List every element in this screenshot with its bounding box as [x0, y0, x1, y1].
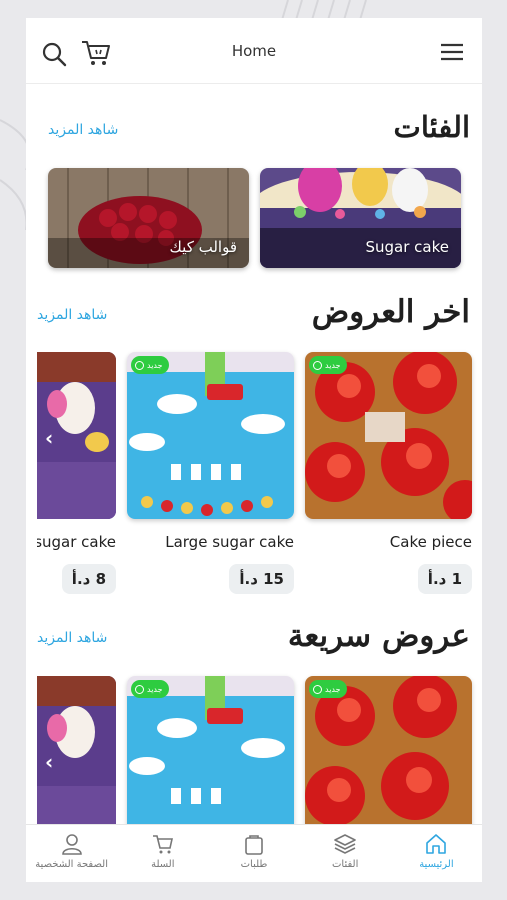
scroll-left-arrow-icon[interactable]: ‹	[45, 750, 53, 774]
bottom-navigation: الصفحة الشخصية السلة طلبات الفئات الرئيس…	[26, 824, 482, 882]
new-badge: جديد	[131, 680, 169, 698]
latest-offers-see-more-link[interactable]: شاهد المزيد	[37, 307, 107, 323]
layers-icon	[334, 834, 357, 854]
nav-item-cart[interactable]: السلة	[117, 825, 208, 882]
nav-label: الرئيسية	[419, 859, 454, 870]
nav-item-profile[interactable]: الصفحة الشخصية	[26, 825, 117, 882]
category-card-sugar-cake[interactable]: Sugar cake	[260, 168, 461, 268]
top-bar: Home	[26, 18, 482, 84]
quick-offers-see-more-link[interactable]: شاهد المزيد	[37, 630, 107, 646]
latest-offers-title: اخر العروض	[311, 294, 470, 330]
category-label: قوالب كيك	[169, 238, 237, 256]
product-name: Cake piece	[389, 533, 472, 551]
category-card-cake-molds[interactable]: قوالب كيك	[48, 168, 249, 268]
profile-icon	[61, 834, 82, 855]
app-screen: Home الفئات شاهد المزيد Sugar cake قوالب…	[26, 18, 482, 882]
nav-item-orders[interactable]: طلبات	[208, 825, 299, 882]
product-card-large-sugar-cake[interactable]: جديد Large sugar cake 15 د.أ	[127, 352, 294, 597]
product-name: Large sugar cake	[165, 533, 294, 551]
product-image: ‹	[37, 352, 116, 519]
nav-label: الفئات	[332, 859, 359, 870]
product-image: جديد	[127, 676, 294, 843]
scroll-left-arrow-icon[interactable]: ‹	[45, 426, 53, 450]
new-badge: جديد	[309, 680, 347, 698]
quick-offer-card-2[interactable]: جديد	[127, 676, 294, 843]
product-card-cake-piece[interactable]: جديد Cake piece 1 د.أ	[305, 352, 472, 597]
badge-icon	[135, 684, 144, 694]
new-badge: جديد	[131, 356, 169, 374]
badge-icon	[313, 360, 322, 370]
nav-label: السلة	[151, 859, 175, 870]
categories-title: الفئات	[393, 110, 470, 144]
product-card-sugar-cake[interactable]: ‹ sugar cake 8 د.أ	[37, 352, 116, 597]
page-title: Home	[231, 42, 277, 60]
nav-label: طلبات	[240, 859, 268, 870]
nav-item-home[interactable]: الرئيسية	[391, 825, 482, 882]
badge-icon	[313, 684, 322, 694]
quick-offers-title: عروض سريعة	[287, 618, 470, 654]
cart-icon	[152, 835, 173, 854]
nav-item-categories[interactable]: الفئات	[300, 825, 391, 882]
product-image: جديد	[305, 676, 472, 843]
product-image: جديد	[127, 352, 294, 519]
product-image: ‹	[37, 676, 116, 843]
quick-offer-card-1[interactable]: جديد	[305, 676, 472, 843]
menu-icon[interactable]	[440, 42, 464, 62]
nav-label: الصفحة الشخصية	[35, 859, 108, 870]
product-price: 1 د.أ	[417, 564, 472, 594]
categories-see-more-link[interactable]: شاهد المزيد	[48, 122, 118, 138]
category-label: Sugar cake	[365, 238, 450, 256]
new-badge: جديد	[309, 356, 347, 374]
product-price: 8 د.أ	[61, 564, 116, 594]
product-name: sugar cake	[37, 533, 116, 551]
home-icon	[426, 834, 447, 854]
quick-offer-card-3[interactable]: ‹	[37, 676, 116, 843]
product-price: 15 د.أ	[229, 564, 294, 594]
product-image: جديد	[305, 352, 472, 519]
orders-icon	[245, 835, 263, 855]
badge-icon	[135, 360, 144, 370]
